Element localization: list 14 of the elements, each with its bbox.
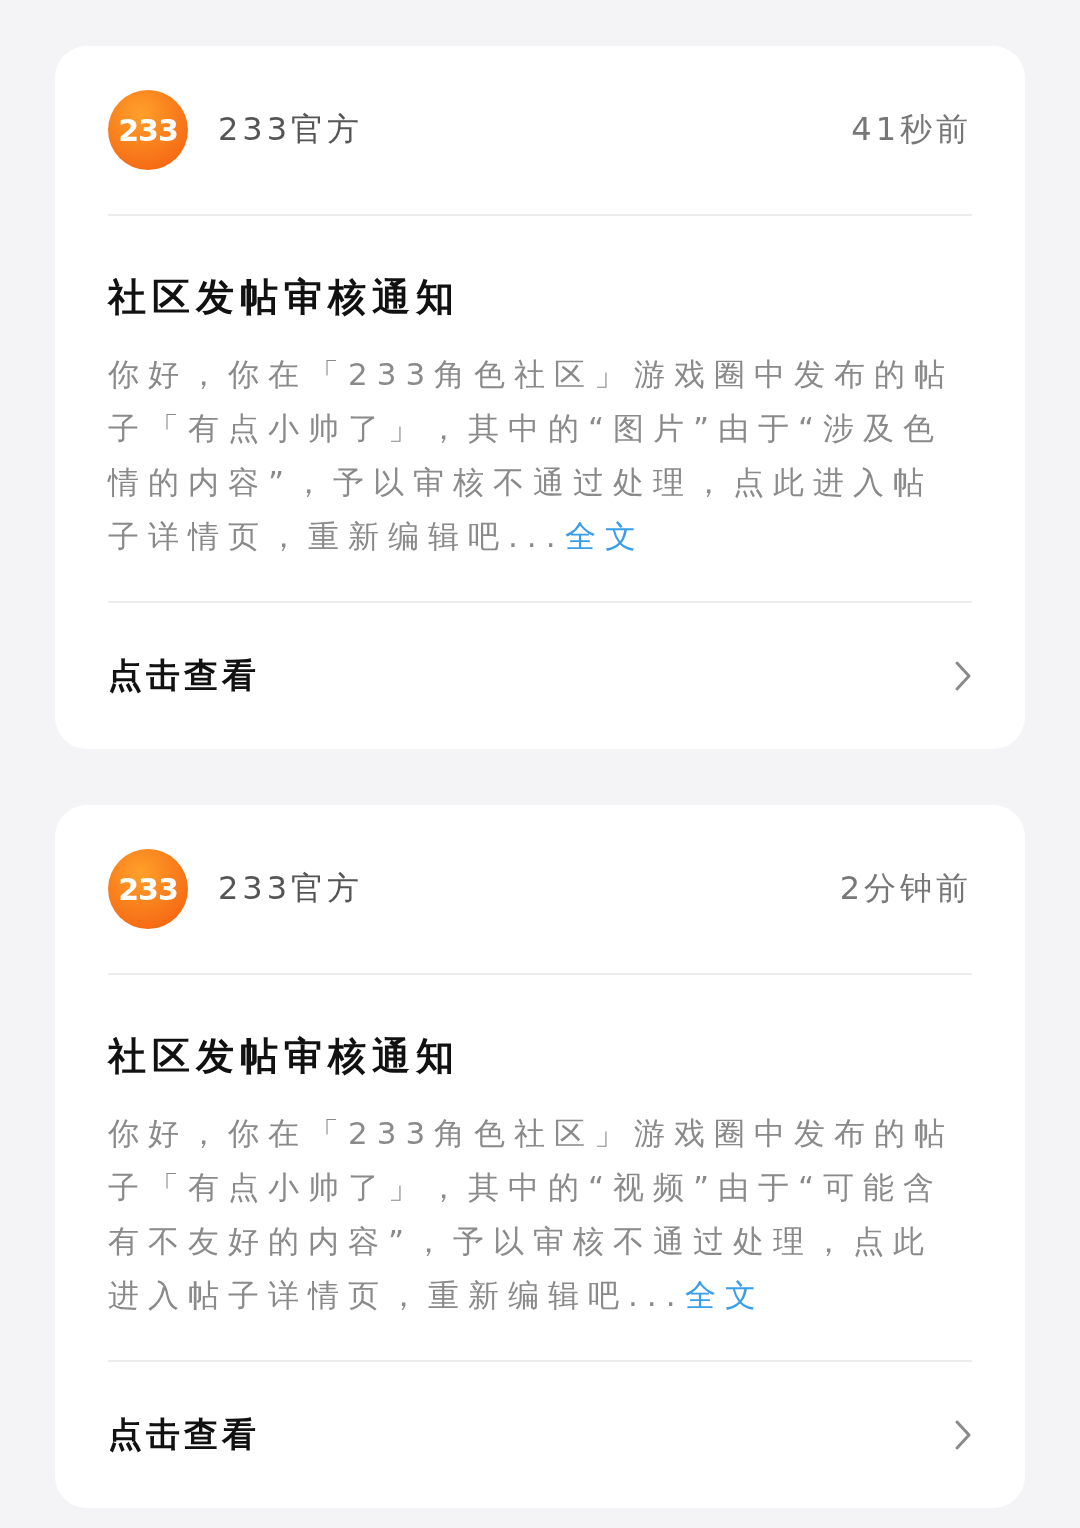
avatar-logo: 233: [108, 849, 188, 929]
chevron-right-icon: [954, 660, 972, 692]
notification-body: 你好，你在「233角色社区」游戏圈中发布的帖子「有点小帅了」，其中的“图片”由于“涉及色情的内容”，予以审核不通过处理，点此进入帖子详情页，重新编辑吧...全文: [108, 355, 956, 556]
avatar-logo: 233: [108, 90, 188, 170]
chevron-right-icon: [954, 1419, 972, 1451]
notification-title: 社区发帖审核通知: [108, 274, 461, 321]
notification-title: 社区发帖审核通知: [108, 1033, 461, 1080]
timestamp: 2分钟前: [839, 868, 972, 909]
view-details-row[interactable]: 点击查看: [108, 603, 972, 749]
notification-body: 你好，你在「233角色社区」游戏圈中发布的帖子「有点小帅了」，其中的“视频”由于“可能含有不友好的内容”，予以审核不通过处理，点此进入帖子详情页，重新编辑吧...全文: [108, 1114, 956, 1315]
timestamp: 41秒前: [851, 109, 972, 150]
view-details-row[interactable]: 点击查看: [108, 1362, 972, 1508]
sender-name: 233官方: [218, 109, 364, 150]
sender-name: 233官方: [218, 868, 364, 909]
